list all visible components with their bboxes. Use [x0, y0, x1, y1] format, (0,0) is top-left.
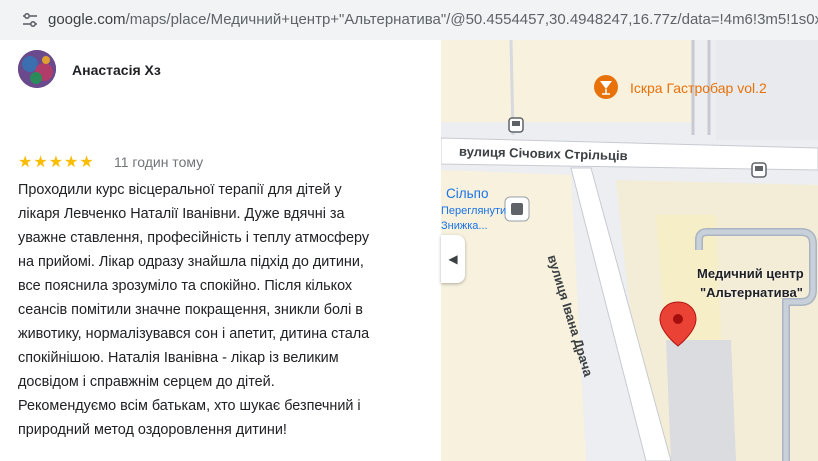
review-text-line: Проходили курс вісцеральної терапії для … — [18, 182, 342, 198]
review-panel: Анастасія Хз ★★★★★ 11 годин тому Проходи… — [0, 40, 441, 461]
review-text: Проходили курс вісцеральної терапії для … — [18, 178, 408, 442]
poi-label-silpo[interactable]: Сільпо — [446, 186, 488, 201]
poi-label-bar[interactable]: Іскра Гастробар vol.2 — [630, 80, 767, 96]
review-text-line: досвідом і справжнім серцем до дітей. — [18, 374, 275, 390]
review-text-line: природний метод оздоровлення дитини! — [18, 422, 287, 438]
rating-stars: ★★★★★ — [18, 154, 95, 171]
review-text-line: лікаря Левченко Наталії Іванівни. Дуже в… — [18, 206, 345, 222]
review-text-line: все пояснила зрозуміло та спокійно. Післ… — [18, 278, 353, 294]
review-text-line: уважне ставлення, професійність і теплу … — [18, 230, 370, 246]
tune-icon[interactable] — [22, 12, 38, 28]
review-author[interactable]: Анастасія Хз — [72, 62, 161, 78]
poi-label-silpo-discount[interactable]: Знижка... — [441, 220, 488, 232]
map-canvas — [441, 40, 818, 461]
url-host: google.com — [48, 11, 126, 28]
map-view[interactable]: Іскра Гастробар vol.2 вулиця Січових Стр… — [441, 40, 818, 461]
transit-icon[interactable] — [751, 162, 767, 178]
place-label-line1[interactable]: Медичний центр — [697, 266, 804, 281]
review-text-line: на прийомі. Лікар одразу знайшла підхід … — [18, 254, 364, 270]
poi-label-silpo-view[interactable]: Переглянути — [441, 205, 506, 217]
review-text-line: Рекомендуємо всім батькам, хто шукає без… — [18, 398, 361, 414]
transit-icon[interactable] — [508, 117, 524, 133]
place-label-line2[interactable]: "Альтернатива" — [700, 285, 803, 300]
review-text-line: сеансів помітили значне покращення, зник… — [18, 302, 363, 318]
review-text-line: животику, нормалізувався сон і апетит, д… — [18, 326, 370, 342]
address-bar[interactable]: google.com/maps/place/Медичний+центр+"Ал… — [0, 0, 818, 41]
url-text[interactable]: google.com/maps/place/Медичний+центр+"Ал… — [48, 11, 818, 28]
shop-poi-icon[interactable] — [504, 196, 530, 222]
review-time: 11 годин тому — [114, 154, 204, 170]
bar-poi-icon[interactable] — [594, 75, 618, 99]
chevron-left-icon: ◀ — [448, 252, 458, 266]
avatar[interactable] — [18, 50, 56, 88]
url-path: /maps/place/Медичний+центр+"Альтернатива… — [125, 11, 818, 28]
collapse-panel-button[interactable]: ◀ — [441, 235, 465, 283]
review-text-line: спокійнішою. Наталія Іванівна - лікар із… — [18, 350, 339, 366]
